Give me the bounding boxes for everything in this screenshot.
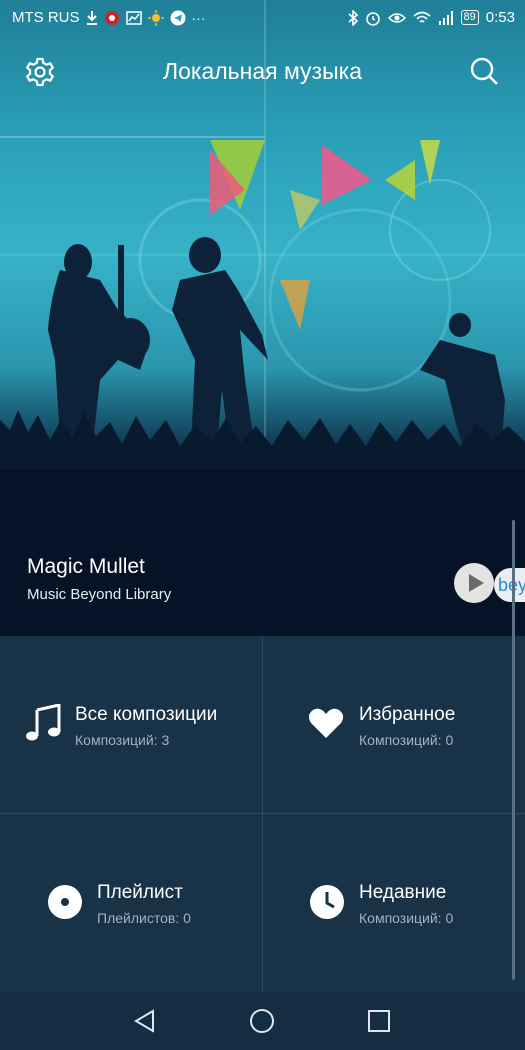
search-icon[interactable]	[469, 56, 499, 86]
favorites-count: Композиций: 0	[359, 732, 454, 748]
heart-icon	[308, 707, 344, 739]
all-songs-count: Композиций: 3	[75, 732, 170, 748]
playlists-tile[interactable]: Плейлист Плейлистов: 0	[0, 814, 262, 992]
recents-icon[interactable]	[366, 1008, 392, 1034]
favorites-tile[interactable]: Избранное Композиций: 0	[263, 636, 525, 813]
all-songs-label: Все композиции	[75, 704, 218, 725]
download-icon	[86, 10, 98, 25]
page-title: Локальная музыка	[163, 58, 362, 84]
concert-artwork	[0, 0, 525, 636]
bluetooth-icon	[348, 9, 358, 26]
now-playing-subtitle: Music Beyond Library	[27, 586, 172, 603]
eye-comfort-icon	[387, 12, 406, 24]
carrier-label: MTS RUS	[12, 9, 80, 26]
disc-icon	[47, 884, 83, 920]
battery-indicator: 89	[460, 10, 479, 25]
playlists-label: Плейлист	[97, 882, 183, 903]
recent-count: Композиций: 0	[359, 910, 454, 926]
play-button[interactable]	[454, 563, 494, 603]
system-navigation-bar	[0, 992, 525, 1050]
scrollbar[interactable]	[512, 520, 515, 980]
wifi-icon	[413, 11, 431, 25]
favorites-label: Избранное	[359, 704, 456, 725]
clock: 0:53	[485, 9, 515, 26]
status-bar: MTS RUS ··· 89 0:53	[0, 0, 525, 36]
app-notification-icon	[104, 10, 120, 26]
all-songs-tile[interactable]: Все композиции Композиций: 3	[0, 636, 262, 813]
clock-icon	[309, 884, 345, 920]
music-note-icon	[24, 704, 62, 742]
playlists-count: Плейлистов: 0	[97, 910, 191, 926]
now-playing-title: Magic Mullet	[27, 555, 145, 578]
chart-notification-icon	[125, 10, 142, 25]
home-icon[interactable]	[249, 1008, 275, 1034]
next-banner-peek[interactable]: bey	[494, 568, 525, 602]
recent-label: Недавние	[359, 882, 447, 903]
weather-icon	[147, 9, 164, 26]
app-bar: Локальная музыка	[0, 48, 525, 94]
telegram-icon	[170, 10, 186, 26]
recent-tile[interactable]: Недавние Композиций: 0	[263, 814, 525, 992]
alarm-icon	[365, 10, 381, 26]
signal-icon	[438, 10, 454, 25]
hero-banner[interactable]: MTS RUS ··· 89 0:53 Локальная музыка Mag…	[0, 0, 525, 636]
more-notifications-icon: ···	[191, 9, 206, 26]
category-grid: Все композиции Композиций: 3 Избранное К…	[0, 636, 525, 992]
back-icon[interactable]	[132, 1008, 158, 1034]
